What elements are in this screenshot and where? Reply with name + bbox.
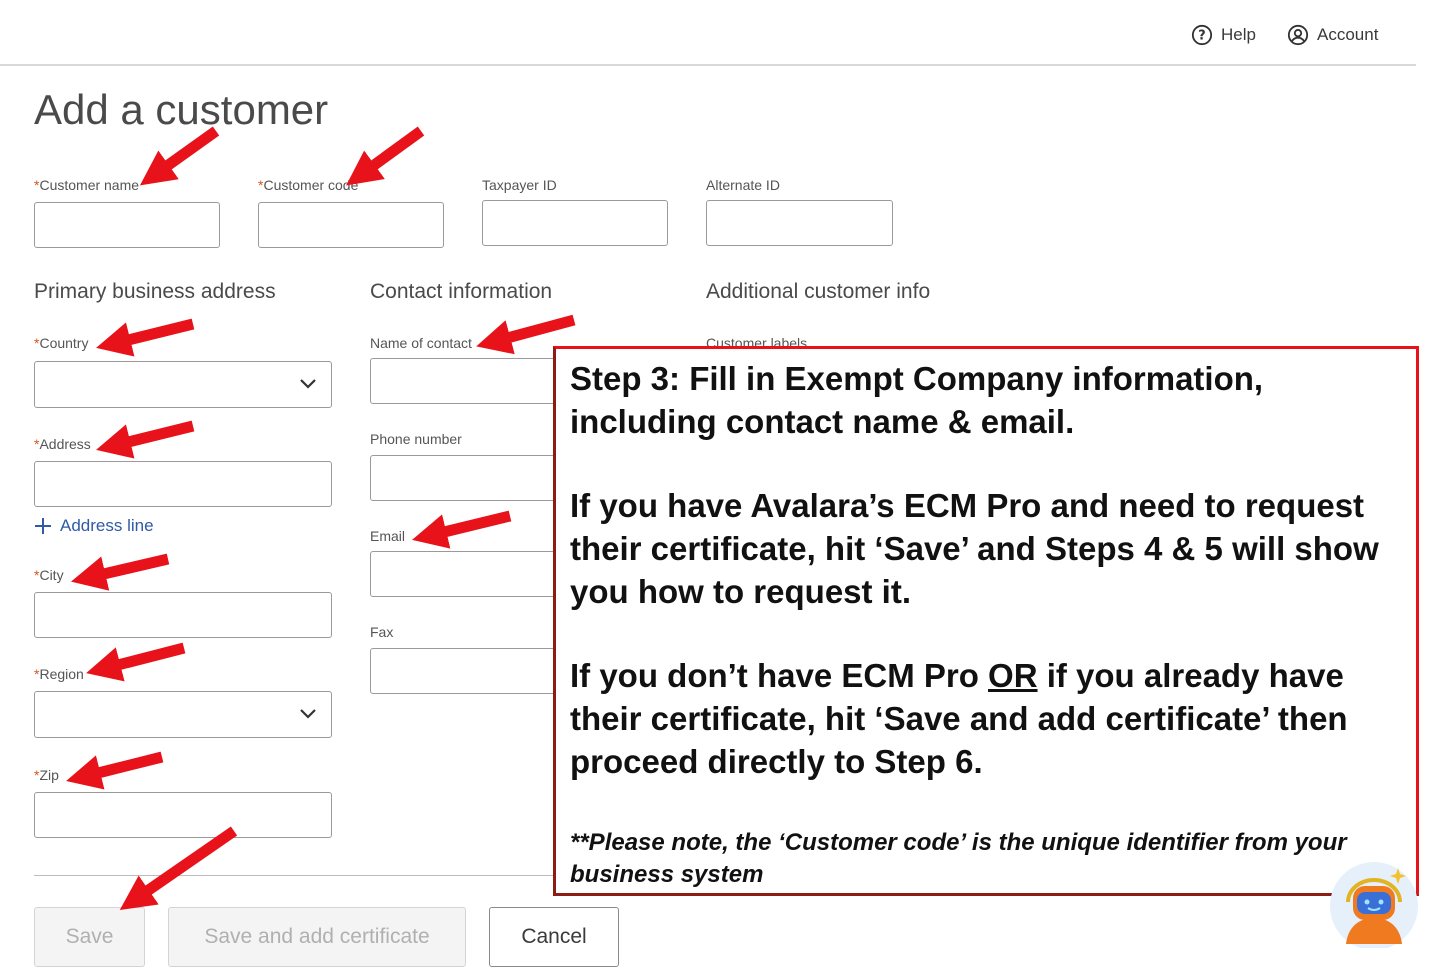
help-link[interactable]: ? Help bbox=[1191, 24, 1256, 46]
taxpayer-id-field[interactable] bbox=[482, 200, 668, 246]
account-link[interactable]: Account bbox=[1287, 24, 1378, 46]
arrow-region bbox=[86, 642, 186, 682]
arrow-email bbox=[412, 510, 512, 549]
additional-info-heading: Additional customer info bbox=[706, 280, 931, 303]
top-bar: ? Help Account bbox=[0, 0, 1416, 66]
taxpayer-id-input[interactable] bbox=[483, 201, 667, 245]
phone-label: Phone number bbox=[370, 431, 462, 447]
save-and-add-certificate-button[interactable]: Save and add certificate bbox=[168, 907, 466, 967]
svg-text:?: ? bbox=[1198, 29, 1205, 44]
arrow-country bbox=[96, 318, 195, 357]
arrow-contact-name bbox=[476, 314, 576, 355]
city-field[interactable] bbox=[34, 592, 332, 638]
zip-input[interactable] bbox=[35, 793, 331, 837]
city-label: *City bbox=[34, 567, 64, 583]
callout-no-ecm-text: If you don’t have ECM Pro OR if you alre… bbox=[570, 657, 1348, 780]
plus-icon bbox=[35, 518, 51, 534]
region-select[interactable] bbox=[34, 691, 332, 738]
callout-or-emphasis: OR bbox=[988, 657, 1038, 694]
customer-code-field[interactable] bbox=[258, 202, 444, 248]
page-title: Add a customer bbox=[34, 86, 329, 133]
add-address-line-label: Address line bbox=[60, 516, 154, 535]
city-input[interactable] bbox=[35, 593, 331, 637]
account-icon bbox=[1287, 24, 1309, 46]
account-label: Account bbox=[1317, 25, 1379, 44]
callout-step-text: Step 3: Fill in Exempt Company informati… bbox=[570, 360, 1264, 440]
assistant-bot-icon[interactable] bbox=[1326, 856, 1418, 948]
arrow-zip bbox=[66, 751, 164, 790]
address-input[interactable] bbox=[35, 462, 331, 506]
chevron-down-icon bbox=[300, 709, 316, 719]
alternate-id-field[interactable] bbox=[706, 200, 893, 246]
customer-name-input[interactable] bbox=[35, 203, 219, 247]
address-section-heading: Primary business address bbox=[34, 280, 276, 303]
zip-label: *Zip bbox=[34, 767, 59, 783]
arrow-address bbox=[96, 420, 195, 459]
arrow-city bbox=[71, 553, 170, 591]
contact-section-heading: Contact information bbox=[370, 280, 553, 303]
country-select[interactable] bbox=[34, 361, 332, 408]
customer-name-label: *Customer name bbox=[34, 177, 140, 193]
region-label: *Region bbox=[34, 666, 84, 682]
arrow-customer-name bbox=[139, 126, 220, 186]
arrow-save bbox=[119, 826, 238, 911]
help-icon: ? bbox=[1191, 24, 1213, 46]
chevron-down-icon bbox=[300, 379, 316, 389]
callout-ecm-pro-text: If you have Avalara’s ECM Pro and need t… bbox=[570, 487, 1379, 610]
help-label: Help bbox=[1221, 25, 1256, 44]
taxpayer-id-label: Taxpayer ID bbox=[482, 177, 557, 193]
address-label: *Address bbox=[34, 436, 91, 452]
arrow-customer-code bbox=[346, 126, 425, 186]
fax-label: Fax bbox=[370, 624, 394, 640]
address-field[interactable] bbox=[34, 461, 332, 507]
customer-name-field[interactable] bbox=[34, 202, 220, 248]
country-label: *Country bbox=[34, 335, 89, 351]
email-label: Email bbox=[370, 528, 406, 544]
customer-code-input[interactable] bbox=[259, 203, 443, 247]
zip-field[interactable] bbox=[34, 792, 332, 838]
instruction-callout: Step 3: Fill in Exempt Company informati… bbox=[553, 346, 1419, 896]
callout-note-text: **Please note, the ‘Customer code’ is th… bbox=[570, 829, 1347, 888]
alternate-id-input[interactable] bbox=[707, 201, 892, 245]
cancel-button[interactable]: Cancel bbox=[489, 907, 619, 967]
add-address-line-button[interactable]: Address line bbox=[34, 516, 154, 536]
customer-code-label: *Customer code bbox=[258, 177, 359, 193]
alternate-id-label: Alternate ID bbox=[706, 177, 780, 193]
save-button[interactable]: Save bbox=[34, 907, 145, 967]
contact-name-label: Name of contact bbox=[370, 335, 472, 351]
